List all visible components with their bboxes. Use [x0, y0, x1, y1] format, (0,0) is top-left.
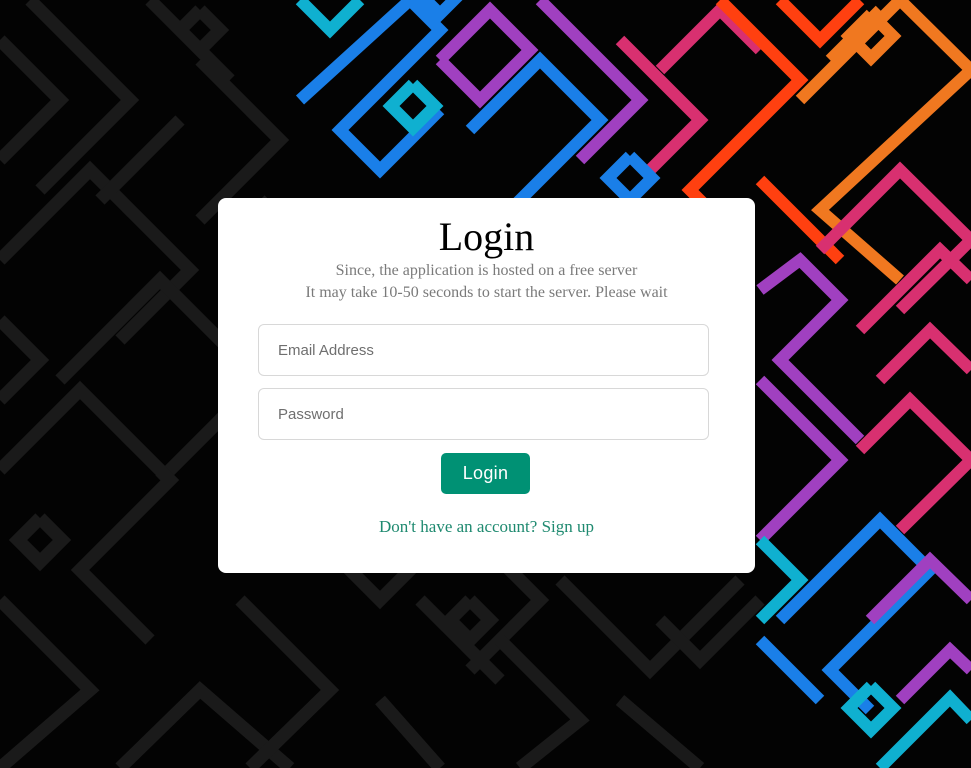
maze-dark-path-4 — [0, 380, 180, 645]
maze-color-path-14 — [756, 252, 865, 445]
maze-dark-path-17 — [95, 115, 185, 205]
server-notice-line-1: Since, the application is hosted on a fr… — [335, 262, 638, 279]
maze-dark-path-12 — [615, 695, 705, 768]
maze-dark-path-1 — [25, 0, 140, 195]
password-field[interactable] — [258, 388, 709, 440]
maze-color-path-16 — [855, 391, 971, 535]
page-title: Login — [438, 214, 535, 259]
maze-color-path-0 — [295, 0, 365, 39]
email-field[interactable] — [258, 324, 709, 376]
login-card: Login Since, the application is hosted o… — [218, 198, 755, 573]
maze-dark-path-0 — [0, 35, 70, 165]
maze-color-diamond-4 — [417, 0, 463, 23]
maze-dark-path-9 — [375, 695, 445, 768]
maze-dark-path-13 — [195, 55, 290, 225]
maze-dark-path-2 — [0, 160, 200, 345]
server-notice-line-2: It may take 10-50 seconds to start the s… — [305, 284, 668, 301]
maze-color-diamond-1 — [599, 151, 661, 209]
maze-dark-diamond-2 — [440, 595, 500, 650]
maze-dark-diamond-0 — [170, 5, 230, 60]
maze-color-path-20 — [865, 551, 971, 625]
maze-dark-path-11 — [555, 575, 745, 680]
login-button[interactable]: Login — [441, 453, 530, 494]
maze-dark-path-5 — [0, 595, 100, 768]
maze-color-path-17 — [875, 321, 971, 385]
maze-dark-path-10 — [495, 635, 590, 768]
signup-link[interactable]: Don't have an account? Sign up — [218, 516, 755, 538]
maze-dark-path-16 — [0, 315, 50, 405]
maze-color-path-21 — [895, 641, 971, 705]
maze-dark-diamond-1 — [8, 513, 72, 572]
maze-color-path-23 — [755, 635, 825, 705]
server-notice: Since, the application is hosted on a fr… — [218, 260, 755, 304]
